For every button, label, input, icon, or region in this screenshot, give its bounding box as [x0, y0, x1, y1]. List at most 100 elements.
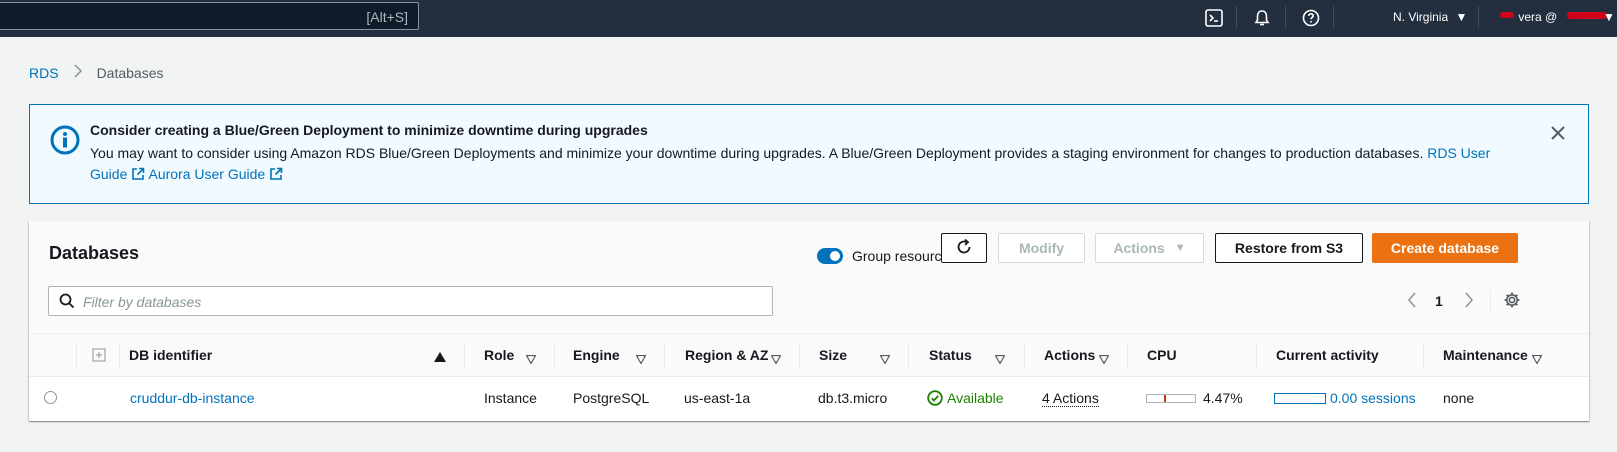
- size-cell: db.t3.micro: [818, 390, 888, 406]
- caret-down-icon: ▼: [1603, 10, 1615, 24]
- column-header-role[interactable]: Role: [484, 347, 514, 363]
- breadcrumb-current: Databases: [96, 64, 164, 81]
- column-header-cpu[interactable]: CPU: [1147, 347, 1177, 363]
- nav-divider: [1333, 6, 1334, 28]
- region-selector[interactable]: N. Virginia ▼: [1393, 10, 1467, 24]
- sort-icon[interactable]: [1098, 351, 1110, 367]
- refresh-button[interactable]: [941, 233, 987, 263]
- column-divider: [76, 344, 77, 368]
- region-cell: us-east-1a: [684, 390, 751, 406]
- aurora-user-guide-label: Aurora User Guide: [148, 166, 266, 182]
- sort-icon[interactable]: [1531, 351, 1543, 367]
- table-row[interactable]: cruddur-db-instance Instance PostgreSQL …: [29, 377, 1589, 419]
- help-icon[interactable]: [1300, 7, 1322, 29]
- databases-panel: Databases Group resources Modify Actions…: [29, 221, 1589, 421]
- region-label: N. Virginia: [1393, 10, 1449, 24]
- account-menu[interactable]: vera @: [1493, 10, 1557, 24]
- search-shortcut-hint: [Alt+S]: [366, 9, 408, 25]
- nav-divider: [1478, 6, 1479, 28]
- refresh-icon: [955, 238, 973, 259]
- cpu-utilization-fill: [1164, 395, 1166, 402]
- sort-icon[interactable]: [770, 351, 782, 367]
- redaction-mark: [1567, 12, 1607, 19]
- create-database-button[interactable]: Create database: [1372, 233, 1518, 263]
- toggle-knob: [830, 251, 840, 261]
- column-divider: [119, 344, 120, 368]
- column-divider: [464, 344, 465, 368]
- search-input[interactable]: [Alt+S]: [0, 2, 419, 30]
- banner-title: Consider creating a Blue/Green Deploymen…: [90, 122, 648, 138]
- banner-text: You may want to consider using Amazon RD…: [90, 143, 1510, 187]
- column-divider: [1256, 344, 1257, 368]
- chevron-right-icon: [73, 64, 83, 81]
- breadcrumb-rds-link[interactable]: RDS: [29, 65, 59, 81]
- external-link-icon: [131, 166, 145, 187]
- column-header-engine[interactable]: Engine: [573, 347, 620, 363]
- restore-from-s3-button[interactable]: Restore from S3: [1215, 233, 1363, 263]
- filter-placeholder: Filter by databases: [83, 294, 202, 310]
- restore-label: Restore from S3: [1234, 240, 1344, 256]
- sort-ascending-icon[interactable]: [434, 349, 446, 365]
- sort-icon[interactable]: [994, 351, 1006, 367]
- column-divider: [1024, 344, 1025, 368]
- top-navigation: [Alt+S] N. Virginia ▼ vera @ ▼: [0, 0, 1617, 37]
- actions-label: Actions: [1113, 240, 1165, 256]
- panel-header: Databases Group resources Modify Actions…: [29, 221, 1589, 333]
- modify-label: Modify: [1018, 240, 1065, 256]
- caret-down-icon: ▼: [1455, 10, 1468, 24]
- cpu-utilization-bar: [1146, 394, 1196, 403]
- external-link-icon: [269, 166, 283, 187]
- sort-icon[interactable]: [879, 351, 891, 367]
- column-header-current-activity[interactable]: Current activity: [1276, 347, 1379, 363]
- column-header-region[interactable]: Region & AZ: [685, 347, 768, 363]
- column-divider: [1127, 344, 1128, 368]
- expand-all-icon[interactable]: [92, 348, 106, 365]
- actions-dropdown[interactable]: Actions ▼: [1095, 233, 1204, 263]
- close-icon[interactable]: [1548, 123, 1568, 143]
- create-label: Create database: [1390, 240, 1500, 256]
- engine-cell: PostgreSQL: [573, 390, 650, 406]
- nav-divider: [1236, 6, 1237, 28]
- check-circle-icon: [927, 390, 943, 409]
- sort-icon[interactable]: [525, 351, 537, 367]
- banner-message: You may want to consider using Amazon RD…: [90, 145, 1424, 161]
- chevron-left-icon[interactable]: [1407, 292, 1417, 311]
- row-select-radio[interactable]: [44, 391, 57, 404]
- column-header-db-identifier[interactable]: DB identifier: [129, 347, 212, 363]
- aurora-user-guide-link[interactable]: Aurora User Guide: [148, 166, 283, 182]
- current-activity-link[interactable]: 0.00 sessions: [1330, 390, 1416, 406]
- page-number[interactable]: 1: [1435, 293, 1443, 309]
- column-divider: [1423, 344, 1424, 368]
- bell-icon[interactable]: [1251, 7, 1273, 29]
- column-divider: [908, 344, 909, 368]
- nav-divider: [1285, 6, 1286, 28]
- cpu-value: 4.47%: [1203, 390, 1243, 406]
- sort-icon[interactable]: [635, 351, 647, 367]
- column-divider: [554, 344, 555, 368]
- settings-gear-icon[interactable]: [1503, 291, 1521, 312]
- cloudshell-icon[interactable]: [1203, 7, 1225, 29]
- column-header-actions[interactable]: Actions: [1044, 347, 1095, 363]
- info-banner: Consider creating a Blue/Green Deploymen…: [29, 104, 1589, 204]
- maintenance-cell: none: [1443, 390, 1475, 406]
- column-divider: [799, 344, 800, 368]
- modify-button[interactable]: Modify: [998, 233, 1085, 263]
- column-divider: [664, 344, 665, 368]
- column-header-maintenance[interactable]: Maintenance: [1443, 347, 1528, 363]
- role-cell: Instance: [484, 390, 537, 406]
- column-header-size[interactable]: Size: [819, 347, 847, 363]
- column-header-status[interactable]: Status: [929, 347, 972, 363]
- status-badge: Available: [947, 390, 1004, 406]
- breadcrumb: RDS Databases: [29, 64, 164, 81]
- pending-actions-link[interactable]: 4 Actions: [1042, 390, 1099, 407]
- panel-title: Databases: [49, 243, 140, 263]
- pager-divider: [1490, 291, 1491, 313]
- table-header: DB identifier Role Engine Region & AZ Si…: [29, 333, 1589, 377]
- chevron-right-icon[interactable]: [1464, 292, 1474, 311]
- group-resources-toggle[interactable]: [817, 248, 843, 264]
- filter-databases-input[interactable]: Filter by databases: [48, 286, 773, 316]
- db-identifier-link[interactable]: cruddur-db-instance: [130, 390, 255, 406]
- account-label: vera @: [1518, 10, 1558, 24]
- info-icon: [50, 125, 80, 155]
- search-icon: [59, 293, 75, 312]
